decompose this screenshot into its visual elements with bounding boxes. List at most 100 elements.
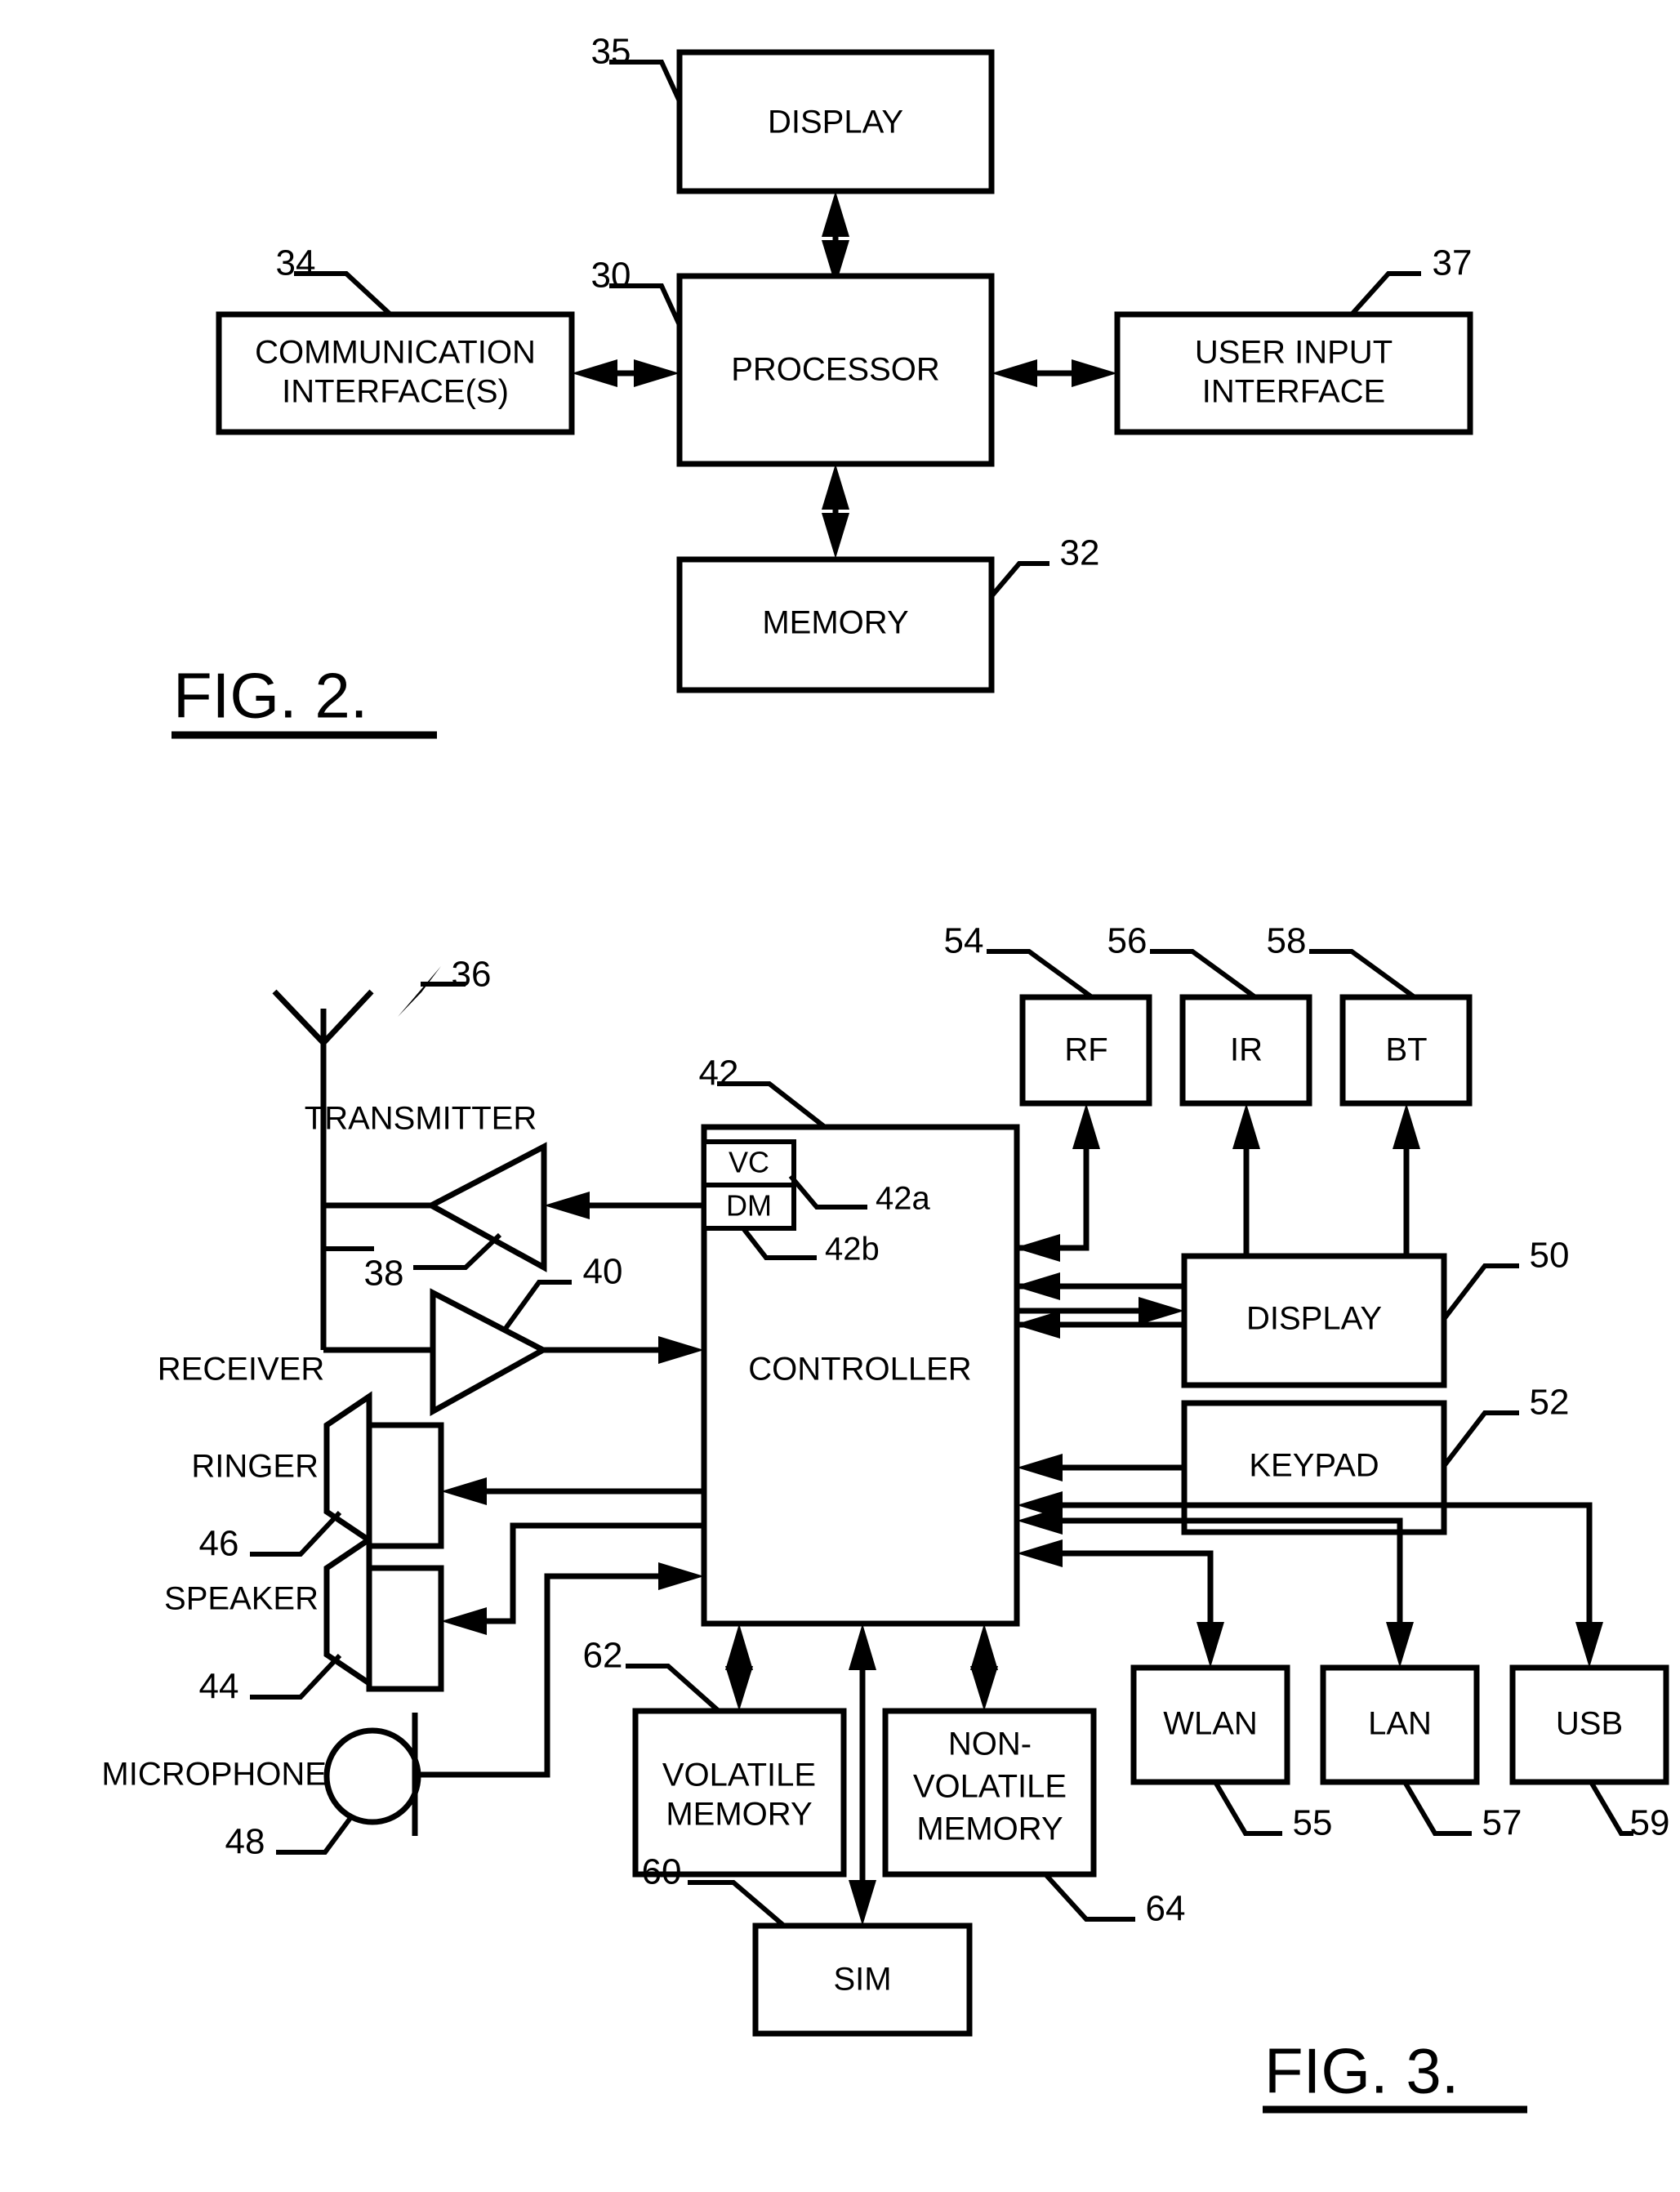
fig2-caption-group: FIG. 2. bbox=[172, 660, 437, 739]
fig2-user-input-interface-block: USER INPUT INTERFACE bbox=[1114, 311, 1473, 435]
arrowhead-left bbox=[441, 1477, 487, 1505]
fig2-display-ref: 35 bbox=[591, 32, 631, 72]
fig3-wlan-label: WLAN bbox=[1163, 1706, 1258, 1742]
fig3-volatile-memory-label-line1: VOLATILE bbox=[662, 1758, 816, 1793]
receiver-controller-link bbox=[543, 1336, 704, 1364]
fig3-transmitter-label: TRANSMITTER bbox=[305, 1101, 537, 1137]
arrowhead-down bbox=[849, 1880, 876, 1926]
arrowhead-down bbox=[725, 1666, 753, 1711]
arrowhead-right bbox=[634, 359, 680, 387]
arrowhead-left bbox=[1014, 1272, 1060, 1300]
arrowhead-right bbox=[1072, 359, 1117, 387]
arrowhead-down bbox=[970, 1666, 998, 1711]
fig2-processor-label: PROCESSOR bbox=[731, 352, 940, 388]
arrowhead-up bbox=[1232, 1103, 1260, 1149]
fig3-controller-ref: 42 bbox=[699, 1054, 739, 1094]
controller-ringer-link bbox=[441, 1477, 704, 1505]
fig2-caption: FIG. 2. bbox=[173, 660, 368, 732]
fig3-microphone-circle bbox=[323, 1727, 421, 1825]
fig3-dm-ref: 42b bbox=[825, 1232, 880, 1268]
fig3-display-ref: 50 bbox=[1530, 1236, 1570, 1276]
fig3-ringer-ref: 46 bbox=[199, 1524, 239, 1564]
fig2-display-block: DISPLAY bbox=[676, 49, 995, 194]
fig3-rf-ref: 54 bbox=[944, 921, 984, 961]
fig2-memory-label: MEMORY bbox=[762, 605, 908, 641]
fig3-volatile-memory-ref: 62 bbox=[583, 1636, 623, 1676]
arrowhead-left bbox=[1017, 1454, 1063, 1481]
fig3-transmitter-ref: 38 bbox=[364, 1254, 404, 1294]
fig2-comm-processor-link bbox=[572, 359, 680, 387]
arrowhead-down bbox=[1575, 1622, 1603, 1668]
fig3-ir-ref: 56 bbox=[1107, 921, 1147, 961]
arrowhead-up bbox=[725, 1624, 753, 1670]
arrowhead-right bbox=[658, 1336, 704, 1364]
fig3-antenna-ref: 36 bbox=[452, 955, 492, 995]
fig3-microphone-ref: 48 bbox=[225, 1822, 265, 1862]
fig3-nonvolatile-memory-label-line3: MEMORY bbox=[916, 1811, 1063, 1847]
figure-2-group: DISPLAY 35 PROCESSOR 30 COMMUNICATION IN… bbox=[172, 32, 1473, 739]
fig2-communication-interfaces-label-line2: INTERFACE(S) bbox=[282, 374, 509, 410]
fig3-nonvolatile-memory-ref: 64 bbox=[1146, 1889, 1186, 1929]
fig3-microphone-group: MICROPHONE 48 bbox=[101, 1713, 421, 1862]
figure-3-group: 36 TRANSMITTER 38 RECEIVER 40 RF 54 IR 5… bbox=[101, 921, 1669, 2114]
fig3-speaker-ref: 44 bbox=[199, 1667, 239, 1707]
arrowhead-down bbox=[822, 513, 849, 559]
fig2-display-ref-leader: 35 bbox=[591, 32, 682, 103]
fig2-processor-memory-link bbox=[822, 464, 849, 559]
fig3-lan-block: LAN 57 bbox=[1320, 1664, 1522, 1843]
arrowhead-left bbox=[992, 359, 1037, 387]
fig2-user-input-label-line2: INTERFACE bbox=[1202, 374, 1385, 410]
fig3-display-label: DISPLAY bbox=[1246, 1301, 1382, 1337]
fig3-keypad-label: KEYPAD bbox=[1249, 1448, 1379, 1484]
fig3-lan-ref: 57 bbox=[1482, 1803, 1522, 1843]
controller-transmitter-link bbox=[544, 1192, 704, 1219]
arrowhead-left bbox=[1014, 1311, 1060, 1339]
fig3-ringer-box bbox=[366, 1422, 444, 1549]
fig3-wlan-block: WLAN 55 bbox=[1130, 1664, 1333, 1843]
fig3-vc-label: VC bbox=[729, 1146, 769, 1179]
fig2-processor-userinput-link bbox=[992, 359, 1117, 387]
fig2-display-processor-link bbox=[822, 191, 849, 286]
fig3-dm-label: DM bbox=[726, 1189, 772, 1223]
fig2-user-input-ref: 37 bbox=[1433, 243, 1473, 283]
fig3-nonvolatile-memory-label-line1: NON- bbox=[948, 1726, 1032, 1762]
fig3-controller-label: CONTROLLER bbox=[748, 1352, 971, 1388]
fig3-speaker-group: SPEAKER 44 bbox=[164, 1534, 444, 1707]
fig3-vc-ref: 42a bbox=[876, 1181, 930, 1217]
patent-figure-page: DISPLAY 35 PROCESSOR 30 COMMUNICATION IN… bbox=[0, 0, 1680, 2192]
fig3-ir-label: IR bbox=[1230, 1032, 1263, 1068]
controller-sim-link bbox=[849, 1624, 876, 1926]
fig3-receiver-label: RECEIVER bbox=[158, 1352, 325, 1388]
arrowhead-left bbox=[544, 1192, 590, 1219]
arrowhead-up bbox=[1072, 1103, 1100, 1149]
fig3-rf-label: RF bbox=[1064, 1032, 1107, 1068]
fig2-user-input-label-line1: USER INPUT bbox=[1195, 335, 1393, 371]
fig3-antenna-group: 36 bbox=[272, 955, 492, 1204]
fig2-memory-ref: 32 bbox=[1060, 533, 1100, 573]
arrowhead-down bbox=[1386, 1622, 1414, 1668]
fig3-keypad-block: KEYPAD 52 bbox=[1181, 1383, 1569, 1535]
arrowhead-right bbox=[1139, 1297, 1184, 1325]
fig2-memory-ref-leader: 32 bbox=[989, 533, 1100, 598]
fig2-communication-interfaces-label-line1: COMMUNICATION bbox=[255, 335, 536, 371]
fig2-communication-interfaces-block: COMMUNICATION INTERFACE(S) bbox=[216, 311, 575, 435]
arrowhead-up bbox=[822, 464, 849, 510]
controller-volatile-memory-link bbox=[725, 1624, 753, 1711]
arrowhead-pointer bbox=[398, 966, 441, 1017]
fig2-user-input-ref-leader: 37 bbox=[1349, 243, 1473, 317]
arrowhead-up bbox=[970, 1624, 998, 1670]
fig3-transmitter-group: TRANSMITTER 38 bbox=[305, 1101, 547, 1294]
fig2-memory-block: MEMORY bbox=[676, 556, 995, 693]
fig3-volatile-memory-label-line2: MEMORY bbox=[666, 1797, 812, 1833]
arrowhead-right bbox=[658, 1562, 704, 1590]
fig3-wlan-ref: 55 bbox=[1293, 1803, 1333, 1843]
fig3-speaker-box bbox=[366, 1565, 444, 1692]
fig2-processor-ref-leader: 30 bbox=[591, 256, 682, 327]
arrowhead-up bbox=[822, 191, 849, 237]
fig3-usb-block: USB 59 bbox=[1509, 1664, 1669, 1843]
controller-wlan-link bbox=[1017, 1539, 1224, 1668]
arrowhead-down bbox=[1196, 1622, 1224, 1668]
fig3-ringer-label: RINGER bbox=[191, 1449, 319, 1485]
fig2-processor-block: PROCESSOR bbox=[676, 273, 995, 467]
fig3-sim-block: SIM 60 bbox=[642, 1852, 973, 2037]
